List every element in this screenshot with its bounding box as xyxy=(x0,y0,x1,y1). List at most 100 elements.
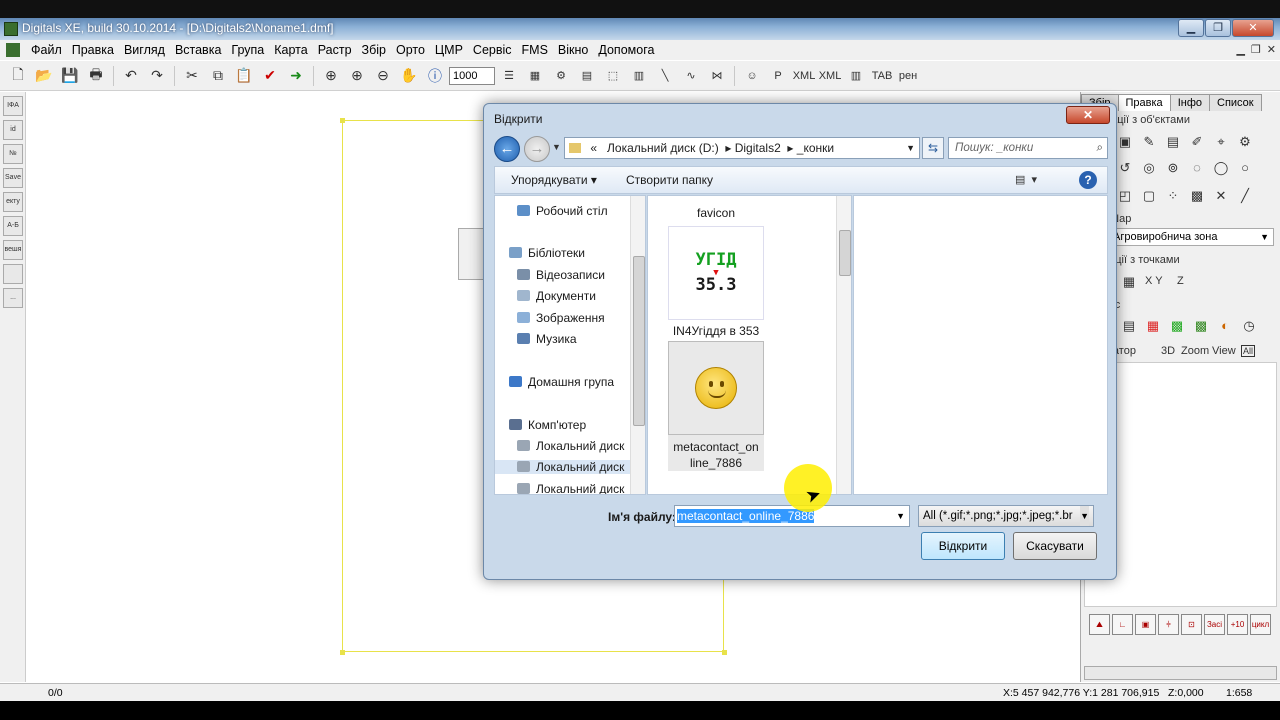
raster-icon[interactable]: ▥ xyxy=(627,64,651,88)
nav-zoom[interactable]: Zoom xyxy=(1181,345,1209,357)
open-icon[interactable]: 📂 xyxy=(32,64,56,88)
organize-button[interactable]: Упорядкувати ▾ xyxy=(511,173,597,187)
menu-edit[interactable]: Правка xyxy=(67,43,119,57)
menu-service[interactable]: Сервіс xyxy=(468,43,517,57)
left-tool-5[interactable]: екту xyxy=(3,192,23,212)
raster-green-icon[interactable]: ▩ xyxy=(1167,316,1187,336)
xy-label[interactable]: X Y xyxy=(1145,275,1163,287)
cut-icon[interactable]: ✂ xyxy=(180,64,204,88)
tab-edit[interactable]: Правка xyxy=(1117,94,1171,111)
tree-scroll-thumb[interactable] xyxy=(633,256,645,426)
menu-group[interactable]: Група xyxy=(226,43,269,57)
clock-icon[interactable]: ◷ xyxy=(1239,316,1259,336)
ring-icon[interactable]: ○ xyxy=(1235,158,1255,178)
curve-icon[interactable]: ∿ xyxy=(679,64,703,88)
menu-dem[interactable]: ЦМР xyxy=(430,43,468,57)
tab-icon[interactable]: TAB xyxy=(870,64,894,88)
nav-3d[interactable]: 3D xyxy=(1161,345,1175,357)
split-icon[interactable]: ⫩ xyxy=(1158,614,1179,635)
snap-icon[interactable]: ⋈ xyxy=(705,64,729,88)
menu-help[interactable]: Допомога xyxy=(593,43,659,57)
frame-handle[interactable] xyxy=(340,650,345,655)
raster-mix-icon[interactable]: ▩ xyxy=(1191,316,1211,336)
tree-local-disk-selected[interactable]: Локальний диск xyxy=(495,460,631,474)
menu-insert[interactable]: Вставка xyxy=(170,43,226,57)
zoom-out-icon[interactable]: ⊖ xyxy=(371,64,395,88)
tab-list[interactable]: Список xyxy=(1209,94,1262,111)
dialog-close-button[interactable]: ✕ xyxy=(1066,106,1110,124)
rename-icon[interactable]: рен xyxy=(896,64,920,88)
frame-handle[interactable] xyxy=(340,118,345,123)
forward-icon[interactable]: → xyxy=(524,136,550,162)
z-label[interactable]: Z xyxy=(1177,275,1184,287)
cross-icon[interactable]: ✕ xyxy=(1211,186,1231,206)
print-icon[interactable]: 🖶 xyxy=(84,64,108,88)
close-button[interactable]: ✕ xyxy=(1232,19,1274,37)
target-icon[interactable]: ⌖ xyxy=(1211,132,1231,152)
check-icon[interactable]: ✔ xyxy=(258,64,282,88)
page-icon[interactable]: ▢ xyxy=(1139,186,1159,206)
zoom-in-icon[interactable]: ⊕ xyxy=(345,64,369,88)
chevron-down-icon[interactable]: ▼ xyxy=(896,506,905,526)
copy-icon[interactable]: ⧉ xyxy=(206,64,230,88)
info-icon[interactable]: ⓘ xyxy=(423,64,447,88)
file-scrollbar[interactable] xyxy=(836,196,851,494)
tab-info[interactable]: Інфо xyxy=(1169,94,1210,111)
left-tool-ab[interactable]: А-Б xyxy=(3,216,23,236)
open-button[interactable]: Відкрити xyxy=(921,532,1005,560)
left-tool-number[interactable]: № xyxy=(3,144,23,164)
zoom-extent-icon[interactable]: ⊕ xyxy=(319,64,343,88)
scatter-icon[interactable]: ⁘ xyxy=(1163,186,1183,206)
color-grid-icon[interactable]: ▦ xyxy=(1143,316,1163,336)
chevron-down-icon[interactable]: ▼ xyxy=(906,138,915,158)
tree-homegroup[interactable]: Домашня група xyxy=(509,375,614,389)
breadcrumb-drive[interactable]: Локальний диск (D:) xyxy=(607,141,719,155)
table-icon[interactable]: ▦ xyxy=(523,64,547,88)
pan-icon[interactable]: ✋ xyxy=(397,64,421,88)
file-in4[interactable]: УГІД ▼ 35.3 IN4Угіддя в 353 xyxy=(668,226,764,338)
menu-map[interactable]: Карта xyxy=(269,43,312,57)
palette-icon[interactable]: ◐ xyxy=(1215,316,1235,336)
address-bar[interactable]: « Локальний диск (D:) ▸ Digitals2 ▸ _кон… xyxy=(564,137,920,159)
menu-view[interactable]: Вигляд xyxy=(119,43,170,57)
frame-icon[interactable]: ◰ xyxy=(1115,186,1135,206)
nav-all[interactable]: All xyxy=(1241,345,1256,357)
maximize-button[interactable]: ❐ xyxy=(1205,19,1231,37)
edit-tool-icon[interactable]: ▣ xyxy=(1115,132,1135,152)
paste-icon[interactable]: 📋 xyxy=(232,64,256,88)
cycle-button[interactable]: цикл xyxy=(1250,614,1271,635)
xml-icon[interactable]: XML xyxy=(792,64,816,88)
nav-view[interactable]: View xyxy=(1212,345,1236,357)
pencil-icon[interactable]: ✎ xyxy=(1139,132,1159,152)
tree-videos[interactable]: Відеозаписи xyxy=(517,268,605,282)
help-icon[interactable]: ? xyxy=(1079,171,1097,189)
table-icon[interactable]: ▤ xyxy=(1163,132,1183,152)
points-table-icon[interactable]: ▦ xyxy=(1119,272,1139,292)
zasi-button[interactable]: Засі xyxy=(1204,614,1225,635)
plus10-button[interactable]: +10 xyxy=(1227,614,1248,635)
menu-raster[interactable]: Растр xyxy=(313,43,357,57)
layer-select[interactable]: Агровиробнича зона ▼ xyxy=(1109,228,1274,246)
tree-local-disk[interactable]: Локальний диск xyxy=(517,482,624,494)
square-icon[interactable]: ▣ xyxy=(1135,614,1156,635)
layers-stack-icon[interactable]: ▤ xyxy=(1119,316,1139,336)
breadcrumb-digitals2[interactable]: Digitals2 xyxy=(735,141,781,155)
left-tool-save[interactable]: Save xyxy=(3,168,23,188)
intersect-icon[interactable]: ⊚ xyxy=(1163,158,1183,178)
save-icon[interactable]: 💾 xyxy=(58,64,82,88)
new-folder-button[interactable]: Створити папку xyxy=(626,173,713,187)
xml-export-icon[interactable]: XML xyxy=(818,64,842,88)
p-icon[interactable]: P xyxy=(766,64,790,88)
tree-desktop[interactable]: Робочий стіл xyxy=(517,204,608,218)
smiley-icon[interactable]: ☺ xyxy=(740,64,764,88)
menu-ortho[interactable]: Орто xyxy=(391,43,430,57)
select-icon[interactable]: ⬚ xyxy=(601,64,625,88)
arrow-icon[interactable]: ➜ xyxy=(284,64,308,88)
menu-window[interactable]: Вікно xyxy=(553,43,593,57)
tree-libraries[interactable]: Бібліотеки xyxy=(509,246,585,260)
left-tool-more[interactable]: ... xyxy=(3,288,23,308)
edit-line-icon[interactable]: ╲ xyxy=(653,64,677,88)
tree-documents[interactable]: Документи xyxy=(517,289,596,303)
history-dropdown-icon[interactable]: ▼ xyxy=(552,142,561,152)
menu-collect[interactable]: Збір xyxy=(357,43,391,57)
